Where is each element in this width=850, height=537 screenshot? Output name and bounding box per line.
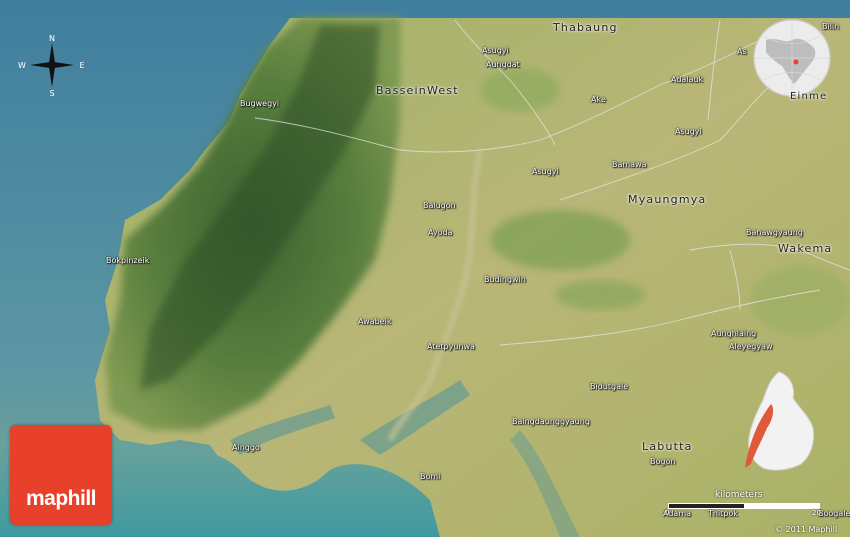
- logo-text: maphill: [25, 487, 97, 510]
- place-bidutgale: Bidutgale: [590, 382, 629, 391]
- scale-unit-label: kilometers: [715, 490, 763, 500]
- place-bamawa: Bamawa: [612, 160, 647, 169]
- region-label-labutta: Labutta: [642, 440, 693, 453]
- maphill-logo[interactable]: maphill: [10, 425, 112, 525]
- globe-locator: [752, 18, 832, 98]
- region-label-thabaung: Thabaung: [553, 21, 618, 34]
- place-bogon: Bogon: [650, 457, 676, 466]
- region-label-bassein-west: BasseinWest: [376, 84, 459, 97]
- place-ainggo: Ainggo: [232, 443, 260, 452]
- scale-max-label: 20: [812, 509, 821, 517]
- globe-locator-icon: [753, 19, 831, 97]
- place-aleyegyaw: Aleyegyaw: [729, 342, 773, 351]
- place-atetpyunwa: Atetpyunwa: [427, 342, 475, 351]
- place-as: As: [737, 47, 747, 56]
- place-bugwegyi: Bugwegyi: [240, 99, 280, 108]
- compass-east: E: [79, 61, 84, 70]
- compass-north: N: [49, 34, 55, 43]
- forest-patch: [480, 68, 560, 112]
- region-label-einme: Einme: [790, 91, 828, 102]
- terrain-layer: [0, 0, 850, 537]
- region-label-wakema: Wakema: [778, 242, 833, 255]
- place-boogale: Boogale: [818, 509, 850, 518]
- scale-bar: [668, 503, 820, 509]
- region-locator-map: [735, 368, 825, 478]
- place-aungdat: Aungdat: [486, 60, 520, 69]
- region-locator-icon: [745, 371, 814, 471]
- forest-patch: [555, 280, 645, 310]
- place-awabeik: Awabeik: [358, 317, 392, 326]
- place-banawgyaung: Banawgyaung: [746, 228, 803, 237]
- place-asugyi-north: Asugyi: [482, 46, 509, 55]
- place-balugon: Balugon: [423, 201, 456, 210]
- place-bokpinzeik: Bokpinzeik: [106, 256, 150, 265]
- place-ayoda: Ayoda: [428, 228, 453, 237]
- place-asugyi-east: Asugyi: [675, 127, 702, 136]
- region-label-myaungmya: Myaungmya: [628, 193, 707, 206]
- place-thitpok: Thitpok: [708, 509, 738, 518]
- place-bomi: Bomi: [420, 472, 441, 481]
- scale-min-label: 0: [665, 509, 670, 517]
- place-ake: Ake: [591, 95, 606, 104]
- copyright-notice: © 2011 Maphill: [775, 525, 838, 534]
- compass-west: W: [18, 61, 26, 70]
- satellite-map[interactable]: N S W E Thabaung BasseinWest Myaungmya W…: [0, 0, 850, 537]
- place-bilin: Bilin: [822, 22, 840, 31]
- place-asugyi-central: Asugyi: [532, 167, 559, 176]
- place-aunghlaing: Aunghlaing: [711, 329, 757, 338]
- compass-rose-icon: N S W E: [18, 34, 84, 98]
- forest-patch: [490, 210, 630, 270]
- place-adalauk: Adalauk: [671, 75, 704, 84]
- place-budingwin: Budingwin: [484, 275, 526, 284]
- compass-south: S: [49, 89, 54, 98]
- place-baingdaunggyaung: Baingdaunggyaung: [512, 417, 590, 426]
- compass-rose: N S W E: [18, 32, 86, 98]
